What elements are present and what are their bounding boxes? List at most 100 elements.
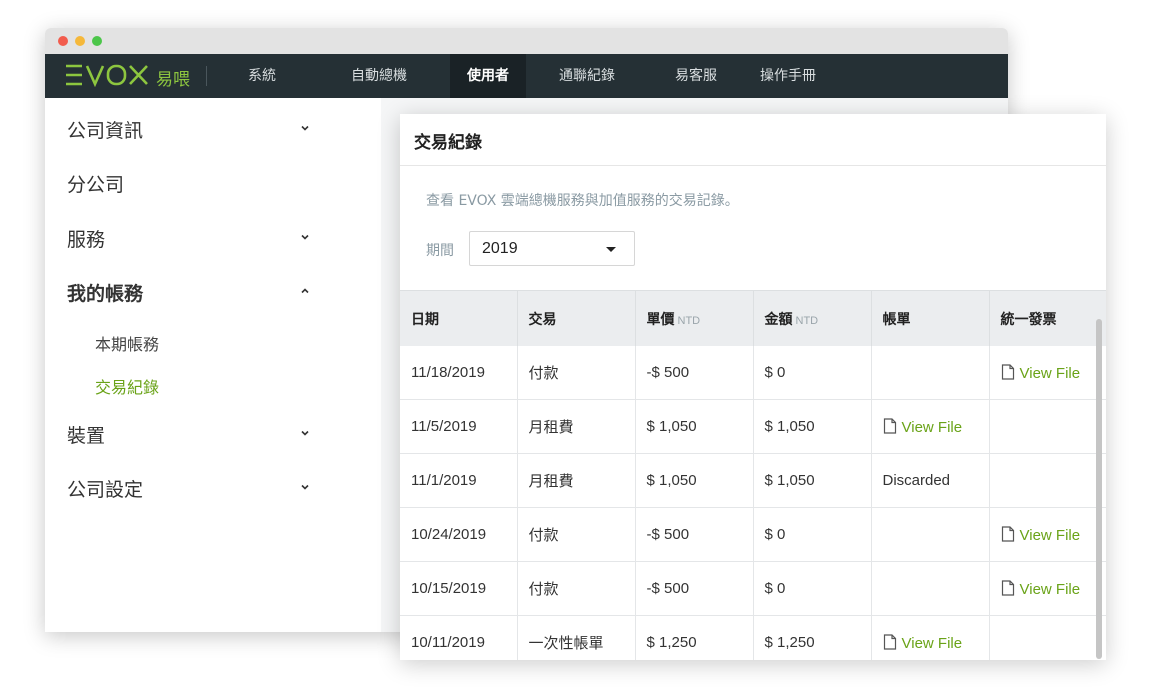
- top-navbar: 易喂 系統 自動總機 使用者 通聯紀錄 易客服 操作手冊: [45, 54, 1008, 98]
- cell-date-text: 11/1/2019: [411, 472, 477, 489]
- cell-invoice: View File: [989, 346, 1106, 400]
- column-header-label: 交易: [528, 311, 557, 328]
- chevron-up-icon[interactable]: [301, 287, 309, 295]
- period-select-value: 2019: [482, 240, 518, 257]
- nav-item-users[interactable]: 使用者: [450, 54, 526, 98]
- view-file-link[interactable]: View File: [1001, 525, 1081, 544]
- cell-amount-text: $ 0: [764, 580, 786, 597]
- cell-unit-price: $ 1,050: [635, 453, 754, 508]
- cell-bill-text: Discarded: [882, 472, 951, 489]
- cell-transaction-text: 月租費: [528, 472, 574, 490]
- view-file-link[interactable]: View File: [1001, 579, 1081, 598]
- table-scrollbar[interactable]: [1096, 319, 1102, 659]
- file-icon: [1001, 525, 1014, 542]
- column-header-unit-price: 單價 NTD: [635, 290, 754, 346]
- panel-title: 交易紀錄: [414, 133, 482, 153]
- cell-date-text: 10/24/2019: [411, 526, 487, 543]
- chevron-down-icon[interactable]: [301, 233, 309, 241]
- chevron-down-icon[interactable]: [301, 483, 309, 491]
- cell-unit-price-text: $ 1,050: [646, 418, 697, 435]
- close-window-button[interactable]: [58, 36, 68, 46]
- cell-date-text: 11/18/2019: [411, 364, 485, 381]
- column-header-label: 日期: [411, 311, 439, 328]
- view-file-label: View File: [1019, 580, 1081, 598]
- maximize-window-button[interactable]: [92, 36, 102, 46]
- file-icon: [1001, 579, 1014, 596]
- column-header-unit: NTD: [677, 314, 701, 327]
- cell-transaction: 月租費: [517, 399, 636, 454]
- sidebar-subitem-current-billing[interactable]: 本期帳務: [95, 331, 159, 355]
- cell-unit-price-text: -$ 500: [646, 526, 690, 543]
- sidebar-item-branches[interactable]: 分公司: [67, 170, 124, 197]
- cell-invoice: [989, 399, 1106, 454]
- cell-date-text: 11/5/2019: [411, 418, 477, 435]
- nav-item-auto-attendant[interactable]: 自動總機: [333, 54, 425, 98]
- cell-invoice: [989, 615, 1106, 660]
- cell-transaction: 一次性帳單: [517, 615, 636, 660]
- table-header-row: 日期 交易 單價 NTD 金額 NTD 帳單 統一發票: [400, 290, 1106, 346]
- cell-invoice: View File: [989, 507, 1106, 562]
- column-header-label: 金額: [764, 311, 793, 328]
- cell-transaction: 付款: [517, 561, 636, 616]
- view-file-link[interactable]: View File: [883, 417, 963, 436]
- view-file-link[interactable]: View File: [883, 633, 963, 652]
- cell-unit-price-text: -$ 500: [646, 580, 690, 597]
- nav-item-call-records[interactable]: 通聯紀錄: [545, 54, 629, 98]
- column-header-label: 帳單: [882, 311, 911, 328]
- cell-transaction-text: 月租費: [528, 418, 574, 436]
- cell-unit-price: $ 1,250: [635, 615, 754, 660]
- column-header-label: 單價: [646, 311, 675, 328]
- cell-amount-text: $ 0: [764, 364, 786, 381]
- table-row: 10/15/2019 付款 -$ 500 $ 0 View File: [400, 561, 1106, 616]
- cell-amount-text: $ 1,250: [764, 634, 815, 651]
- minimize-window-button[interactable]: [75, 36, 85, 46]
- cell-date: 10/11/2019: [400, 615, 518, 660]
- cell-amount: $ 1,050: [753, 453, 872, 508]
- column-header-unit: NTD: [795, 314, 819, 327]
- view-file-label: View File: [901, 418, 963, 436]
- cell-unit-price: -$ 500: [635, 561, 754, 616]
- table-row: 11/1/2019 月租費 $ 1,050 $ 1,050 Discarded: [400, 453, 1106, 508]
- cell-transaction-text: 付款: [528, 364, 559, 382]
- cell-unit-price-text: -$ 500: [646, 364, 690, 381]
- cell-amount: $ 0: [753, 507, 872, 562]
- cell-date: 11/5/2019: [400, 399, 518, 454]
- chevron-down-icon[interactable]: [301, 429, 309, 437]
- nav-item-customer-service[interactable]: 易客服: [662, 54, 730, 98]
- view-file-label: View File: [901, 634, 963, 652]
- cell-bill: Discarded: [871, 453, 990, 508]
- nav-item-system[interactable]: 系統: [231, 54, 293, 98]
- sidebar-item-my-billing[interactable]: 我的帳務: [67, 279, 143, 306]
- nav-item-manual[interactable]: 操作手冊: [747, 54, 829, 98]
- view-file-label: View File: [1019, 526, 1081, 544]
- column-header-date: 日期: [400, 290, 518, 346]
- period-select[interactable]: 2019: [469, 231, 635, 266]
- cell-transaction: 月租費: [517, 453, 636, 508]
- cell-amount: $ 0: [753, 346, 872, 400]
- sidebar-item-devices[interactable]: 裝置: [67, 421, 105, 448]
- cell-unit-price-text: $ 1,050: [646, 472, 697, 489]
- panel-description: 查看 EVOX 雲端總機服務與加值服務的交易記錄。: [426, 193, 739, 209]
- cell-invoice: [989, 453, 1106, 508]
- view-file-link[interactable]: View File: [1001, 363, 1081, 382]
- table-row: 11/5/2019 月租費 $ 1,050 $ 1,050 View File: [400, 399, 1106, 454]
- cell-unit-price: -$ 500: [635, 346, 754, 400]
- cell-date-text: 10/11/2019: [411, 634, 485, 651]
- sidebar-item-services[interactable]: 服務: [67, 225, 105, 252]
- caret-down-icon: [606, 247, 616, 252]
- sidebar-item-company-info[interactable]: 公司資訊: [67, 116, 143, 143]
- cell-bill: [871, 507, 990, 562]
- table-row: 11/18/2019 付款 -$ 500 $ 0 View File: [400, 346, 1106, 400]
- column-header-bill: 帳單: [871, 290, 990, 346]
- panel-header: 交易紀錄: [400, 114, 1106, 166]
- chevron-down-icon[interactable]: [301, 124, 309, 132]
- file-icon: [883, 417, 896, 434]
- cell-date: 10/24/2019: [400, 507, 518, 562]
- sidebar-subitem-transactions[interactable]: 交易紀錄: [95, 374, 159, 398]
- logo-divider: [206, 66, 207, 86]
- cell-date-text: 10/15/2019: [411, 580, 487, 597]
- cell-amount: $ 0: [753, 561, 872, 616]
- sidebar-item-company-settings[interactable]: 公司設定: [67, 475, 143, 502]
- view-file-label: View File: [1019, 364, 1081, 382]
- evox-logo[interactable]: [65, 63, 151, 87]
